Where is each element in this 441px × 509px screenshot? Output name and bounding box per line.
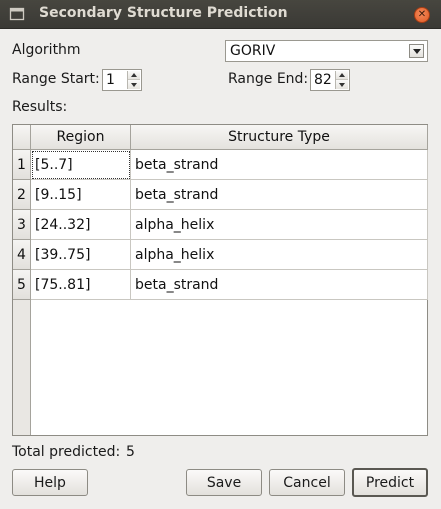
help-button[interactable]: Help (12, 469, 88, 496)
spin-down-icon[interactable] (336, 80, 348, 89)
cancel-button[interactable]: Cancel (269, 469, 345, 496)
spin-buttons (127, 71, 140, 89)
title-bar[interactable]: Secondary Structure Prediction ✕ (0, 0, 441, 29)
table-corner[interactable] (13, 125, 31, 150)
total-predicted-value: 5 (126, 444, 135, 460)
table-cell-structure-type[interactable]: beta_strand (131, 270, 428, 300)
table-cell-region[interactable]: [75..81] (31, 270, 131, 300)
algorithm-selected-value: GORIV (230, 43, 276, 59)
predict-button[interactable]: Predict (352, 468, 428, 497)
range-end-spinbox[interactable]: 82 (310, 69, 350, 91)
table-cell-region[interactable]: [9..15] (31, 180, 131, 210)
results-table[interactable]: Region Structure Type 1 [5..7] beta_stra… (12, 124, 428, 436)
dialog-icon (9, 6, 25, 22)
column-header-region[interactable]: Region (31, 125, 131, 150)
row-header[interactable]: 4 (13, 240, 31, 270)
table-cell-structure-type[interactable]: alpha_helix (131, 210, 428, 240)
window-title: Secondary Structure Prediction (39, 5, 288, 21)
row-header[interactable]: 3 (13, 210, 31, 240)
algorithm-select[interactable]: GORIV (225, 40, 428, 62)
table-cell-region[interactable]: [39..75] (31, 240, 131, 270)
row-header[interactable]: 1 (13, 150, 31, 180)
table-cell-structure-type[interactable]: beta_strand (131, 180, 428, 210)
table-cell-region[interactable]: [24..32] (31, 210, 131, 240)
spin-buttons (335, 71, 348, 89)
save-button[interactable]: Save (186, 469, 262, 496)
column-header-structure-type[interactable]: Structure Type (131, 125, 428, 150)
total-predicted-label: Total predicted: (12, 444, 121, 460)
row-header-empty (13, 300, 31, 435)
row-header[interactable]: 2 (13, 180, 31, 210)
table-cell-structure-type[interactable]: beta_strand (131, 150, 428, 180)
table-cell-region[interactable]: [5..7] (31, 150, 131, 180)
chevron-down-icon[interactable] (409, 44, 424, 58)
range-end-value: 82 (314, 72, 332, 88)
spin-up-icon[interactable] (336, 71, 348, 80)
spin-down-icon[interactable] (128, 80, 140, 89)
spin-up-icon[interactable] (128, 71, 140, 80)
row-header[interactable]: 5 (13, 270, 31, 300)
range-end-label: Range End: (228, 71, 309, 87)
close-icon[interactable]: ✕ (414, 7, 430, 23)
dialog-window: Secondary Structure Prediction ✕ Algorit… (0, 0, 441, 509)
range-start-value: 1 (106, 72, 115, 88)
table-cell-structure-type[interactable]: alpha_helix (131, 240, 428, 270)
range-start-label: Range Start: (12, 71, 100, 87)
range-start-spinbox[interactable]: 1 (102, 69, 142, 91)
algorithm-label: Algorithm (12, 42, 81, 58)
results-label: Results: (12, 99, 68, 115)
